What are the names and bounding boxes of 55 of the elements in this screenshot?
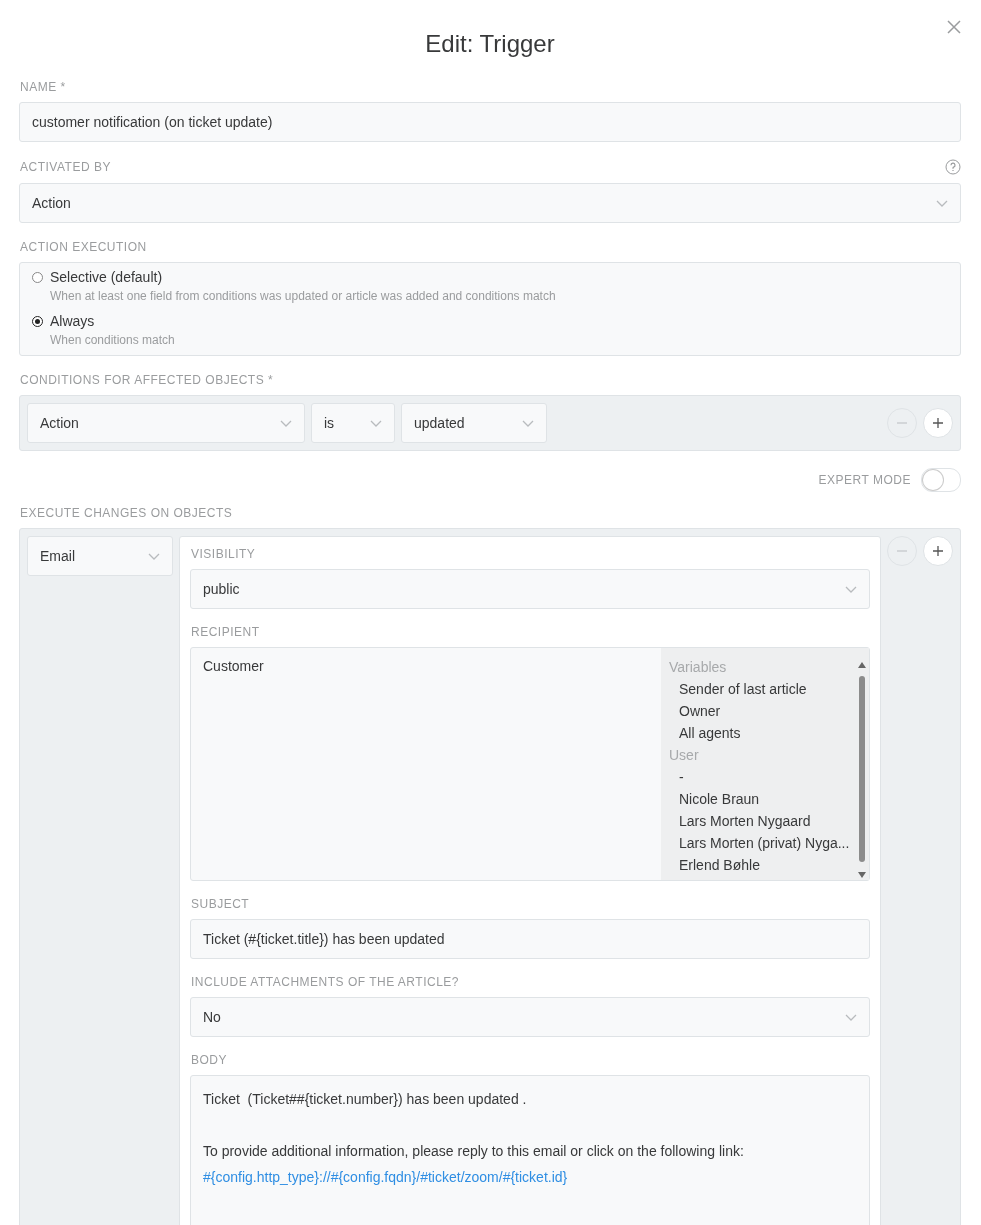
chevron-down-icon (936, 199, 948, 207)
name-input[interactable]: customer notification (on ticket update) (19, 102, 961, 142)
add-button[interactable] (923, 408, 953, 438)
plus-icon (933, 546, 943, 556)
add-button[interactable] (923, 536, 953, 566)
group-heading: Variables (669, 658, 728, 677)
expert-mode-toggle[interactable] (921, 468, 961, 492)
chevron-down-icon (370, 419, 382, 427)
chevron-down-icon (280, 419, 292, 427)
field-label: EXECUTE CHANGES ON OBJECTS (20, 506, 234, 520)
recipient-option[interactable]: Owner (669, 700, 855, 722)
toggle-label: EXPERT MODE (818, 473, 911, 487)
recipient-option[interactable]: All agents (669, 722, 855, 744)
dialog-title: Edit: Trigger (425, 29, 555, 59)
body-paragraph: Ticket (Ticket##{ticket.number}) has been updated . (203, 1090, 528, 1109)
condition-select[interactable]: Action (27, 403, 305, 443)
attachments-select[interactable]: No (190, 997, 870, 1037)
condition-select[interactable]: is (311, 403, 395, 443)
recipient-field[interactable]: Customer Variables Sender of last article Owner All agents User - Nicole Braun Lars Morten Nygaard Lars Morten (privat) Nyga... Erlend Bøhle (190, 647, 870, 881)
recipient-option[interactable]: Lars Morten (privat) Nyga... (669, 832, 855, 854)
field-label: CONDITIONS FOR AFFECTED OBJECTS * (20, 373, 275, 387)
group-heading: User (669, 746, 700, 765)
field-label: ACTION EXECUTION (20, 240, 148, 254)
option-description: When at least one field from conditions was updated or article was added and conditions match (50, 289, 556, 303)
help-icon[interactable] (945, 159, 961, 175)
field-label: VISIBILITY (191, 547, 257, 561)
visibility-select[interactable]: public (190, 569, 870, 609)
recipient-option[interactable]: - (669, 766, 855, 788)
field-label: BODY (191, 1053, 228, 1067)
field-label: NAME * (20, 80, 67, 94)
recipient-option[interactable]: Erlend Bøhle (669, 854, 855, 876)
option-label[interactable]: Selective (default) (50, 269, 556, 285)
recipient-option[interactable]: Lars Morten Nygaard (669, 810, 855, 832)
body-paragraph: To provide additional information, please reply to this email or click on the following link: #{config.http_type}://#{config.fqdn}/#ticket/zoom/#{ticket.id} (203, 1142, 745, 1187)
plus-icon (933, 418, 943, 428)
field-label: ACTIVATED BY (20, 160, 111, 174)
chevron-down-icon (845, 585, 857, 593)
recipient-option[interactable]: Sender of last article (669, 678, 855, 700)
field-label: INCLUDE ATTACHMENTS OF THE ARTICLE? (191, 975, 460, 989)
field-label: RECIPIENT (191, 625, 261, 639)
option-description: When conditions match (50, 333, 175, 347)
chevron-down-icon (522, 419, 534, 427)
subject-input[interactable]: Ticket (#{ticket.title}) has been updated (190, 919, 870, 959)
chevron-down-icon (148, 552, 160, 560)
radio-button[interactable] (32, 316, 43, 327)
radio-button[interactable] (32, 272, 43, 283)
chevron-down-icon (845, 1013, 857, 1021)
recipient-value: Customer (202, 657, 265, 676)
condition-select[interactable]: updated (401, 403, 547, 443)
close-icon[interactable] (947, 20, 961, 34)
recipient-option[interactable]: Nicole Braun (669, 788, 855, 810)
activated-by-select[interactable]: Action (19, 183, 961, 223)
field-label: SUBJECT (191, 897, 251, 911)
object-select[interactable]: Email (27, 536, 173, 576)
option-label[interactable]: Always (50, 313, 175, 329)
